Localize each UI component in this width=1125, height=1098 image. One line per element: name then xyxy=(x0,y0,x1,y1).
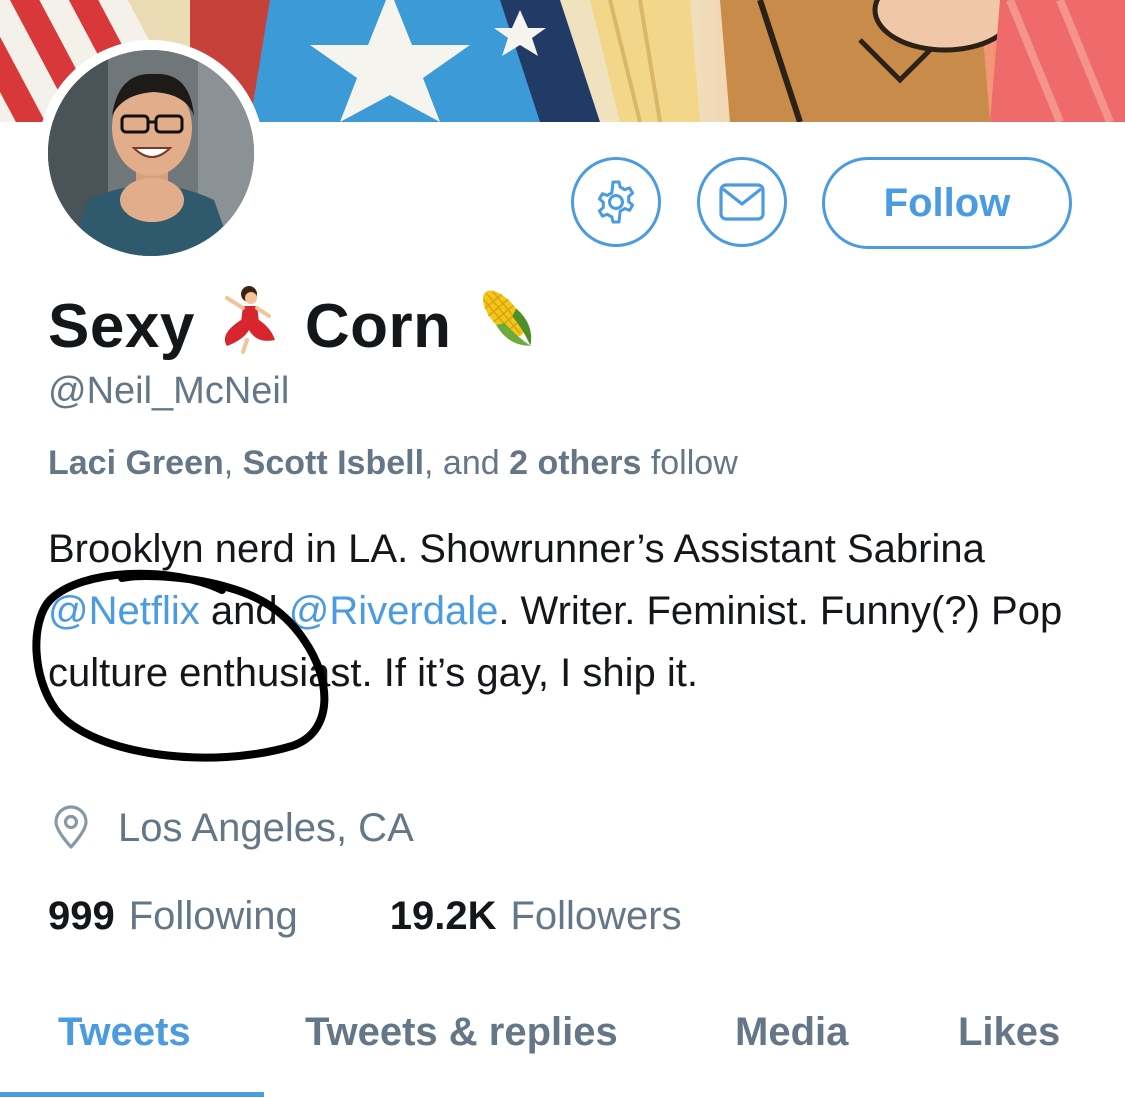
location-pin-icon xyxy=(48,805,94,851)
settings-button[interactable] xyxy=(571,157,661,247)
profile-avatar[interactable] xyxy=(38,40,264,266)
tab-tweets-replies[interactable]: Tweets & replies xyxy=(305,1010,618,1055)
followers-stat[interactable]: 19.2K Followers xyxy=(390,894,682,939)
follow-button[interactable]: Follow xyxy=(822,157,1072,249)
message-button[interactable] xyxy=(697,157,787,247)
display-name-first: Sexy xyxy=(48,291,195,361)
avatar-photo xyxy=(48,50,254,256)
mention-netflix-link[interactable]: @Netflix xyxy=(48,589,200,633)
envelope-icon xyxy=(719,183,765,221)
follower-others[interactable]: 2 others xyxy=(509,444,641,482)
following-count: 999 xyxy=(48,893,115,938)
follower-name-2[interactable]: Scott Isbell xyxy=(243,444,424,482)
following-label: Following xyxy=(128,893,298,938)
followed-by-and: , and xyxy=(424,444,500,482)
followers-count: 19.2K xyxy=(389,893,497,938)
corn-emoji-icon xyxy=(473,282,543,371)
gear-icon xyxy=(597,180,635,224)
tab-media[interactable]: Media xyxy=(735,1010,848,1055)
profile-tabs: Tweets Tweets & replies Media Likes xyxy=(0,1000,1125,1098)
tab-tweets[interactable]: Tweets xyxy=(58,1010,191,1055)
following-stat[interactable]: 999 Following xyxy=(48,894,298,939)
bio-text-3: . Writer. Feminist. Funny(?) Pop culture… xyxy=(48,589,1063,695)
profile-bio: Brooklyn nerd in LA. Showrunner’s Assist… xyxy=(48,518,1088,704)
mention-riverdale-link[interactable]: @Riverdale xyxy=(289,589,499,633)
dancer-emoji-icon xyxy=(213,284,283,369)
bio-text-1: Brooklyn nerd in LA. Showrunner’s Assist… xyxy=(48,527,985,571)
display-name: Sexy Corn xyxy=(48,284,565,369)
location-text: Los Angeles, CA xyxy=(118,805,414,850)
profile-handle: @Neil_McNeil xyxy=(48,370,290,412)
followers-label: Followers xyxy=(510,893,682,938)
followed-by-separator: , xyxy=(223,444,234,482)
followed-by-suffix: follow xyxy=(650,444,738,482)
profile-location: Los Angeles, CA xyxy=(48,800,414,856)
bio-text-2: and xyxy=(210,589,278,633)
tab-likes[interactable]: Likes xyxy=(958,1010,1060,1055)
profile-stats: 999 Following 19.2K Followers xyxy=(48,888,682,944)
active-tab-indicator xyxy=(0,1092,264,1097)
display-name-second: Corn xyxy=(304,291,452,361)
followed-by-line[interactable]: Laci Green, Scott Isbell, and 2 others f… xyxy=(48,444,738,483)
follower-name-1[interactable]: Laci Green xyxy=(48,444,224,482)
